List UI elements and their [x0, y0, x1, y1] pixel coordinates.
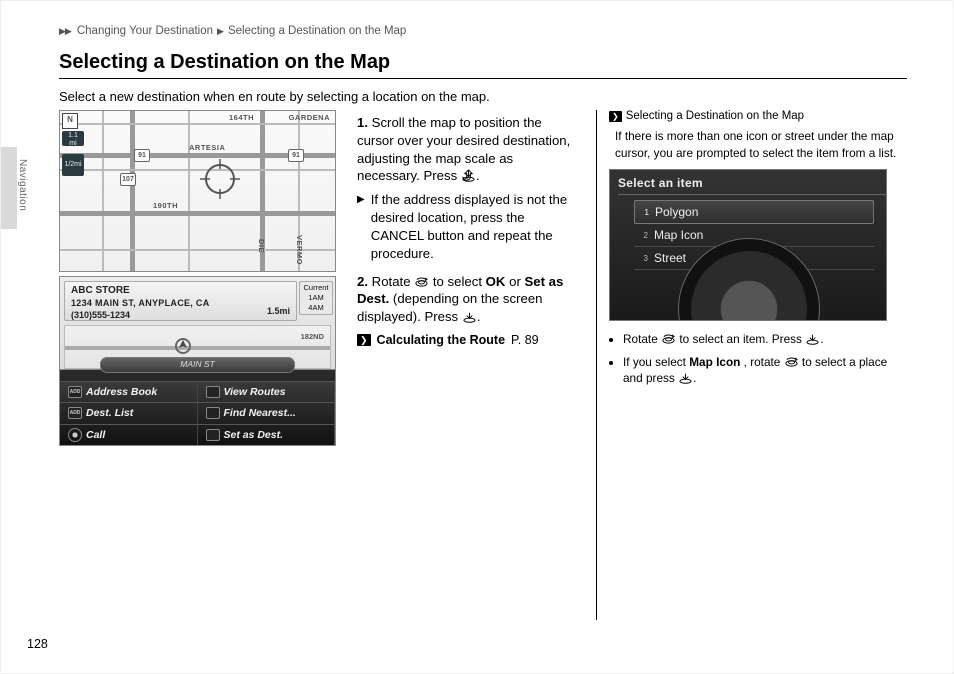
step-2-or: or: [509, 274, 524, 289]
sb1-c: .: [820, 332, 823, 346]
menu-call: Call: [60, 424, 198, 445]
scale-badge-2: 1/2mi: [62, 154, 84, 176]
current-label: Current: [300, 283, 332, 293]
press-icon: [678, 371, 693, 384]
map-label-artesia: ARTESIA: [188, 143, 226, 152]
dial-icon: [784, 355, 799, 368]
sb1-a: Rotate: [623, 332, 661, 346]
step-1-sub-marker: ▶: [357, 193, 365, 262]
breadcrumb: ▶▶ Changing Your Destination ▶ Selecting…: [59, 25, 907, 37]
info-store: ABC STORE: [71, 285, 290, 297]
xref-text: Calculating the Route: [377, 332, 505, 349]
info-phone: (310)555-1234: [71, 309, 290, 321]
section-tab: [1, 147, 17, 229]
info-address: 1234 MAIN ST, ANYPLACE, CA: [71, 297, 290, 309]
side-mark-icon: ❯: [609, 111, 622, 122]
map-label-gardena: GARDENA: [288, 113, 331, 122]
step-2-number: 2.: [357, 274, 368, 289]
press-icon: [462, 310, 477, 323]
dial-icon: [661, 332, 676, 345]
current-badge: Current 1AM 4AM: [299, 281, 333, 315]
sb1-b: to select an item. Press: [679, 332, 805, 346]
step-1-number: 1.: [357, 115, 368, 130]
hwy-shield-91b: 91: [288, 149, 304, 162]
sb2-a: If you select: [623, 355, 689, 369]
press-icon: [805, 332, 820, 345]
breadcrumb-item-2: Selecting a Destination on the Map: [228, 25, 406, 37]
step-1-sub-text: If the address displayed is not the desi…: [371, 191, 578, 262]
page-number: 128: [27, 637, 48, 651]
list-row-3-label: Street: [654, 251, 686, 265]
step-2-text-a: Rotate: [372, 274, 415, 289]
map-label-die: DIE: [256, 239, 267, 253]
map-label-vermo: VERMO: [294, 235, 305, 265]
side-bullet-2: If you select Map Icon , rotate to selec…: [623, 354, 907, 387]
page-title: Selecting a Destination on the Map: [59, 51, 907, 79]
sb2-icon: Map Icon: [689, 355, 740, 369]
step-1-end: .: [476, 168, 480, 183]
side-note: If there is more than one icon or street…: [609, 128, 907, 161]
nav-device-screenshot: ABC STORE 1234 MAIN ST, ANYPLACE, CA (31…: [59, 276, 336, 446]
menu-view-routes: View Routes: [198, 381, 336, 402]
breadcrumb-arrows: ▶▶: [59, 26, 71, 37]
breadcrumb-item-1: Changing Your Destination: [77, 25, 213, 37]
info-distance: 1.5mi: [267, 305, 290, 317]
vehicle-icon: [173, 336, 193, 356]
step-1: 1. Scroll the map to position the cursor…: [357, 114, 578, 263]
breadcrumb-sep: ▶: [217, 26, 224, 37]
menu-dest-list: Dest. List: [60, 402, 198, 423]
eta-2: 4AM: [300, 303, 332, 313]
info-bar: ABC STORE 1234 MAIN ST, ANYPLACE, CA (31…: [64, 281, 297, 321]
hwy-shield-91: 91: [134, 149, 150, 162]
xref-mark-icon: ❯: [357, 334, 371, 346]
menu-set-as-dest: Set as Dest.: [198, 424, 336, 445]
menu-address-book: Address Book: [60, 381, 198, 402]
step-2-text-b: to select: [433, 274, 486, 289]
press-icon: [461, 169, 476, 182]
list-row-2-label: Map Icon: [654, 228, 703, 242]
mini-map-street: 182ND: [301, 332, 324, 341]
nav-menu: Address Book View Routes Dest. List Find…: [60, 381, 335, 445]
sb2-d: .: [693, 371, 696, 385]
scale-badge-1: 1.1mi: [62, 131, 84, 146]
list-row-2-idx: 2: [634, 231, 648, 240]
step-2: 2. Rotate to select OK or Set as Dest. (…: [357, 273, 578, 349]
compass-icon: N: [62, 113, 78, 129]
current-street-bar: MAIN ST: [100, 357, 295, 373]
map-label-164th: 164TH: [228, 113, 255, 122]
side-bullet-1: Rotate to select an item. Press .: [623, 331, 907, 348]
xref-page: P. 89: [511, 332, 539, 349]
map-label-190th: 190TH: [152, 201, 179, 210]
section-tab-label: Navigation: [17, 159, 28, 211]
intro-text: Select a new destination when en route b…: [59, 89, 907, 104]
sb2-b: , rotate: [744, 355, 784, 369]
map-screenshot: 164TH GARDENA ARTESIA 190TH DIE VERMO 91…: [59, 110, 336, 272]
select-item-header: Select an item: [618, 176, 703, 190]
side-title: Selecting a Destination on the Map: [626, 110, 804, 122]
list-row-3-idx: 3: [634, 254, 648, 263]
list-row-1-label: Polygon: [655, 205, 698, 219]
hwy-shield-107: 107: [120, 173, 136, 186]
list-row-1-idx: 1: [635, 208, 649, 217]
list-row-1: 1 Polygon: [634, 200, 874, 224]
map-cursor-icon: [200, 159, 240, 199]
step-2-ok: OK: [486, 274, 506, 289]
eta-1: 1AM: [300, 293, 332, 303]
select-item-screenshot: Select an item 1 Polygon 2 Map Icon 3 St…: [609, 169, 887, 321]
step-2-end: .: [477, 309, 481, 324]
dial-icon: [414, 275, 429, 288]
menu-find-nearest: Find Nearest...: [198, 402, 336, 423]
